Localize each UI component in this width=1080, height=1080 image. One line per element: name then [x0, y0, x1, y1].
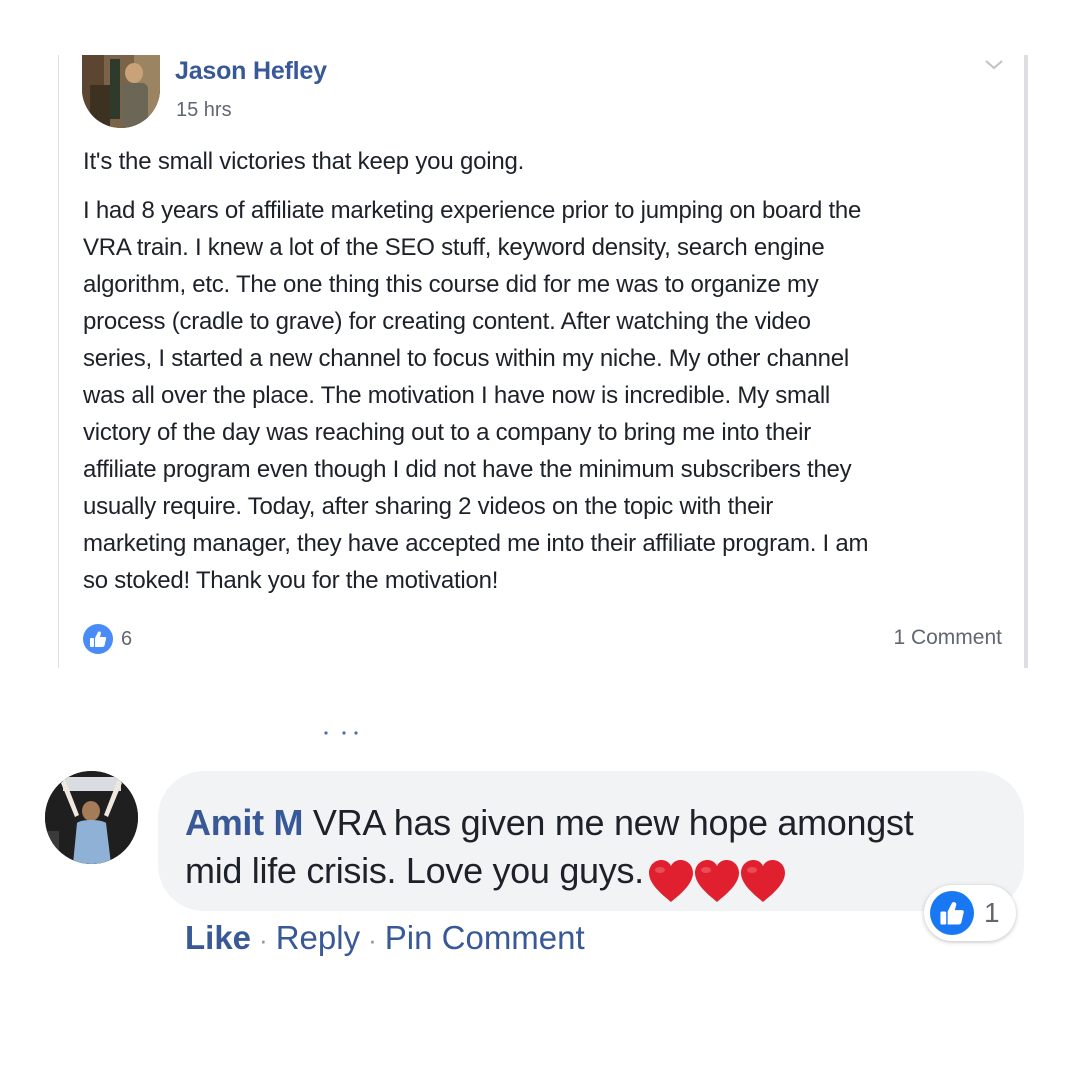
pin-comment-button[interactable]: Pin Comment	[385, 919, 585, 956]
avatar-photo	[45, 771, 138, 864]
post-body-line: VRA train. I knew a lot of the SEO stuff…	[83, 234, 825, 261]
comment-actions: Like · Reply · Pin Comment	[185, 919, 585, 957]
comment-reactions[interactable]: 1	[924, 885, 1016, 941]
comment-text: Amit M VRA has given me new hope amongst…	[185, 799, 1005, 904]
red-heart-icon	[648, 860, 693, 903]
comment-author-name[interactable]: Amit M	[185, 802, 304, 843]
post-card: Jason Hefley 15 hrs It's the small victo…	[58, 55, 1028, 668]
post-headline: It's the small victories that keep you g…	[83, 148, 525, 175]
post-comment-count[interactable]: 1 Comment	[893, 626, 1002, 650]
commenter-avatar[interactable]	[45, 771, 138, 864]
hearts-group	[646, 855, 785, 904]
comment-text-line1: VRA has given me new hope amongst	[312, 802, 914, 843]
comment-text-line2: mid life crisis. Love you guys.	[185, 850, 644, 891]
post-body-line: was all over the place. The motivation I…	[83, 382, 830, 409]
post-body-line: series, I started a new channel to focus…	[83, 345, 849, 372]
action-separator: ·	[259, 925, 268, 955]
comment-bubble: Amit M VRA has given me new hope amongst…	[158, 771, 1024, 911]
divider-dots	[324, 731, 358, 735]
post-timestamp[interactable]: 15 hrs	[176, 99, 232, 122]
post-body-line: process (cradle to grave) for creating c…	[83, 308, 811, 335]
post-body-line: usually require. Today, after sharing 2 …	[83, 493, 774, 520]
post-reactions[interactable]: 6	[83, 624, 132, 654]
post-body-line: algorithm, etc. The one thing this cours…	[83, 271, 819, 298]
page: Jason Hefley 15 hrs It's the small victo…	[0, 0, 1080, 1080]
red-heart-icon	[694, 860, 739, 903]
comment-like-count: 1	[984, 897, 1000, 928]
post-body-line: victory of the day was reaching out to a…	[83, 419, 811, 446]
thumbs-up-icon	[930, 891, 974, 935]
post-like-count: 6	[121, 627, 133, 650]
author-avatar[interactable]	[82, 55, 160, 128]
avatar-photo	[82, 55, 160, 128]
chevron-down-icon[interactable]	[983, 53, 1005, 75]
like-button[interactable]: Like	[185, 919, 251, 956]
post-body-line: marketing manager, they have accepted me…	[83, 530, 869, 557]
action-separator: ·	[368, 925, 377, 955]
post-body-line: so stoked! Thank you for the motivation!	[83, 567, 499, 594]
post-body: I had 8 years of affiliate marketing exp…	[83, 192, 1003, 599]
reply-button[interactable]: Reply	[276, 919, 360, 956]
post-body-line: I had 8 years of affiliate marketing exp…	[83, 197, 862, 224]
post-body-line: affiliate program even though I did not …	[83, 456, 852, 483]
red-heart-icon	[740, 860, 785, 903]
post-author-name[interactable]: Jason Hefley	[175, 57, 327, 86]
thumbs-up-icon	[83, 624, 113, 654]
